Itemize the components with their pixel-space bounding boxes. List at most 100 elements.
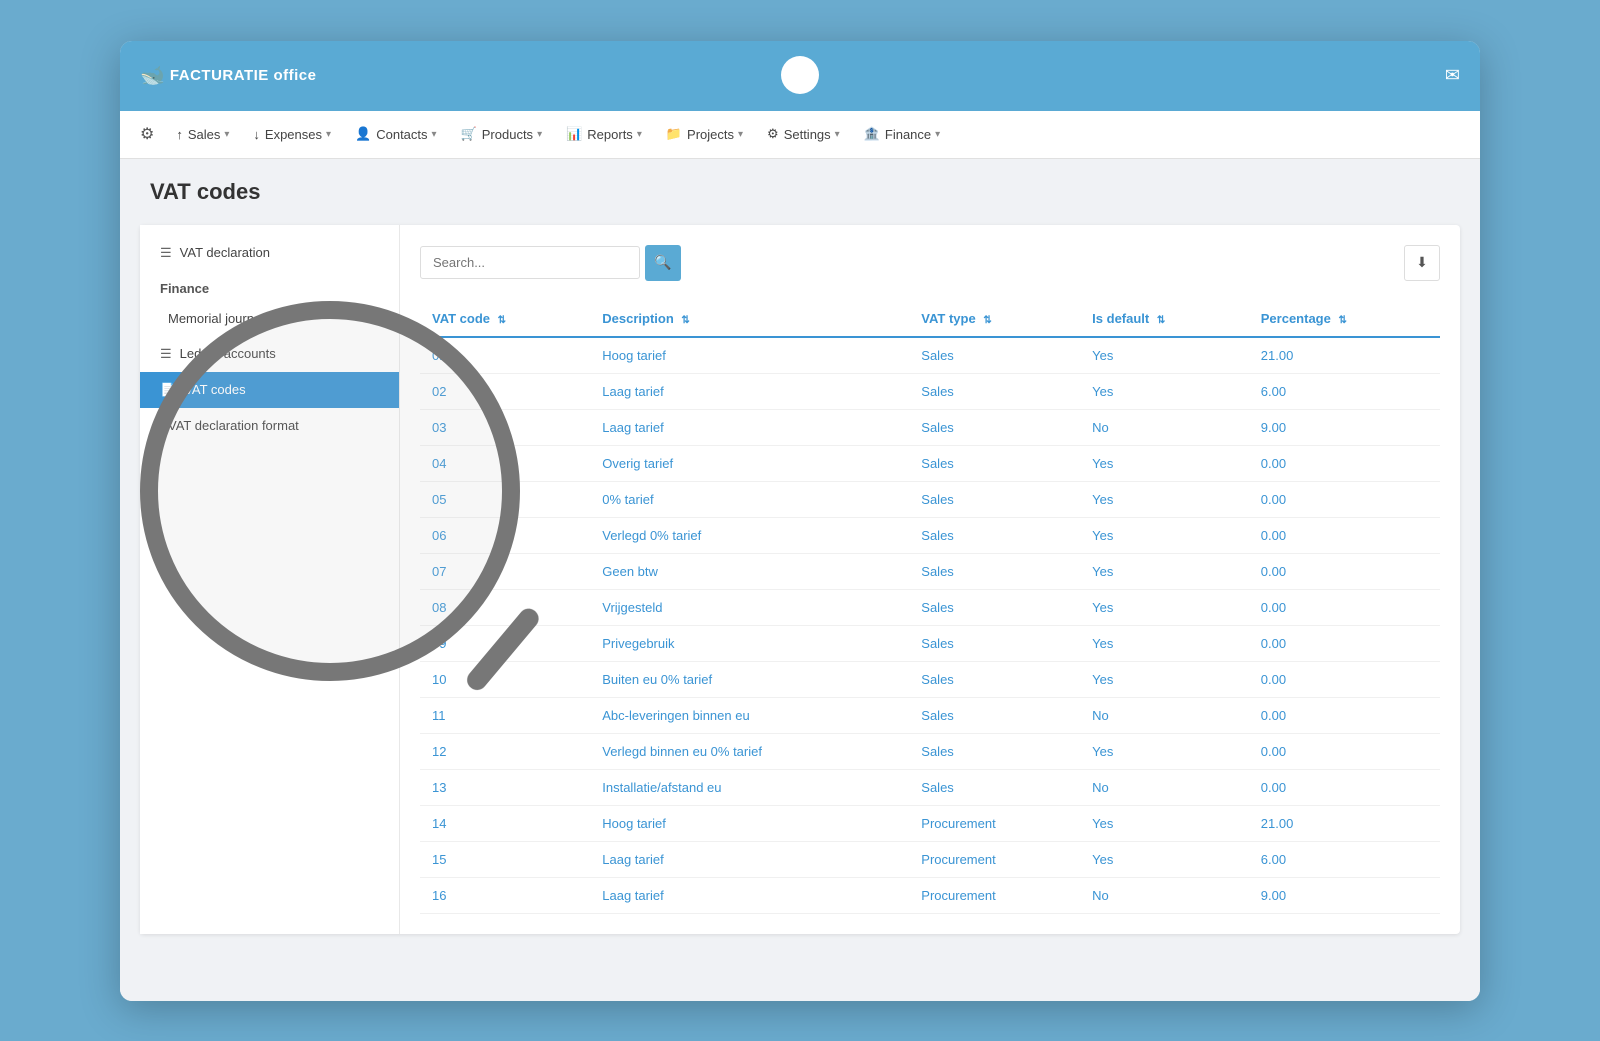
cell-is-default-8: Yes [1080,625,1249,661]
settings-icon: ⚙ [767,126,779,142]
table-row[interactable]: 16 Laag tarief Procurement No 9.00 [420,877,1440,913]
vat-declaration-icon: ☰ [160,245,172,261]
sidebar-item-memorial-journal[interactable]: Memorial journal [140,301,399,336]
table-row[interactable]: 09 Privegebruik Sales Yes 0.00 [420,625,1440,661]
nav-home-icon[interactable]: ⚙ [130,124,164,144]
col-header-percentage[interactable]: Percentage ⇅ [1249,301,1440,337]
nav-item-products[interactable]: 🛒 Products ▾ [449,110,555,158]
cell-percentage-11: 0.00 [1249,733,1440,769]
cell-description-14: Laag tarief [590,841,909,877]
cell-code-1: 02 [420,373,590,409]
main-panel: 🔍 ⬇ VAT code ⇅ Des [400,225,1460,934]
cell-percentage-2: 9.00 [1249,409,1440,445]
cell-vat-type-13: Procurement [909,805,1080,841]
email-icon[interactable]: ✉ [1445,65,1460,86]
sidebar: ☰ VAT declaration Finance Memorial journ… [140,225,400,934]
cell-description-9: Buiten eu 0% tarief [590,661,909,697]
col-header-is-default[interactable]: Is default ⇅ [1080,301,1249,337]
cell-code-3: 04 [420,445,590,481]
sort-icon-percentage: ⇅ [1338,315,1346,326]
page-title: VAT codes [150,179,1460,205]
sidebar-item-ledger-accounts[interactable]: ☰ Ledger accounts [140,336,399,372]
sort-icon-vat-code: ⇅ [498,315,506,326]
table-row[interactable]: 07 Geen btw Sales Yes 0.00 [420,553,1440,589]
cell-percentage-6: 0.00 [1249,553,1440,589]
cell-percentage-4: 0.00 [1249,481,1440,517]
download-icon: ⬇ [1416,254,1428,271]
table-row[interactable]: 03 Laag tarief Sales No 9.00 [420,409,1440,445]
cell-description-6: Geen btw [590,553,909,589]
nav-item-finance[interactable]: 🏦 Finance ▾ [852,110,952,158]
table-row[interactable]: 11 Abc-leveringen binnen eu Sales No 0.0… [420,697,1440,733]
cell-description-3: Overig tarief [590,445,909,481]
vat-codes-table: VAT code ⇅ Description ⇅ VAT type ⇅ [420,301,1440,914]
sales-caret: ▾ [224,129,229,140]
table-row[interactable]: 08 Vrijgesteld Sales Yes 0.00 [420,589,1440,625]
nav-item-contacts[interactable]: 👤 Contacts ▾ [343,110,449,158]
cell-description-1: Laag tarief [590,373,909,409]
nav-item-projects[interactable]: 📁 Projects ▾ [654,110,755,158]
col-header-vat-type[interactable]: VAT type ⇅ [909,301,1080,337]
cell-is-default-5: Yes [1080,517,1249,553]
table-row[interactable]: 12 Verlegd binnen eu 0% tarief Sales Yes… [420,733,1440,769]
reports-icon: 📊 [566,126,582,142]
cell-code-8: 09 [420,625,590,661]
cell-code-6: 07 [420,553,590,589]
search-input[interactable] [420,246,640,279]
table-row[interactable]: 15 Laag tarief Procurement Yes 6.00 [420,841,1440,877]
cell-vat-type-6: Sales [909,553,1080,589]
cell-code-4: 05 [420,481,590,517]
search-button[interactable]: 🔍 [645,245,681,281]
logo-icon: 🐋 [140,63,165,88]
products-caret: ▾ [537,129,542,140]
table-row[interactable]: 10 Buiten eu 0% tarief Sales Yes 0.00 [420,661,1440,697]
col-header-description[interactable]: Description ⇅ [590,301,909,337]
nav-item-expenses[interactable]: ↓ Expenses ▾ [241,110,343,158]
cell-is-default-7: Yes [1080,589,1249,625]
search-bar: 🔍 ⬇ [420,245,1440,281]
cell-is-default-15: No [1080,877,1249,913]
cell-is-default-2: No [1080,409,1249,445]
contacts-icon: 👤 [355,126,371,142]
products-icon: 🛒 [461,126,477,142]
col-header-vat-code[interactable]: VAT code ⇅ [420,301,590,337]
download-button[interactable]: ⬇ [1404,245,1440,281]
nav-item-reports[interactable]: 📊 Reports ▾ [554,110,654,158]
cell-vat-type-10: Sales [909,697,1080,733]
cell-is-default-11: Yes [1080,733,1249,769]
reports-caret: ▾ [637,129,642,140]
table-row[interactable]: 02 Laag tarief Sales Yes 6.00 [420,373,1440,409]
table-row[interactable]: 04 Overig tarief Sales Yes 0.00 [420,445,1440,481]
cell-vat-type-3: Sales [909,445,1080,481]
sales-icon: ↑ [176,127,183,142]
vat-codes-icon: 📄 [160,382,176,398]
finance-caret: ▾ [935,129,940,140]
cell-percentage-5: 0.00 [1249,517,1440,553]
table-row[interactable]: 14 Hoog tarief Procurement Yes 21.00 [420,805,1440,841]
cell-description-4: 0% tarief [590,481,909,517]
nav-item-sales[interactable]: ↑ Sales ▾ [164,110,241,158]
table-row[interactable]: 05 0% tarief Sales Yes 0.00 [420,481,1440,517]
table-row[interactable]: 13 Installatie/afstand eu Sales No 0.00 [420,769,1440,805]
cell-code-15: 16 [420,877,590,913]
sidebar-item-vat-declaration-format[interactable]: VAT declaration format [140,408,399,443]
nav-bar: ⚙ ↑ Sales ▾ ↓ Expenses ▾ 👤 Contacts ▾ 🛒 … [120,111,1480,159]
top-bar-center [781,56,819,94]
cell-is-default-10: No [1080,697,1249,733]
cell-code-9: 10 [420,661,590,697]
table-row[interactable]: 06 Verlegd 0% tarief Sales Yes 0.00 [420,517,1440,553]
cell-percentage-14: 6.00 [1249,841,1440,877]
cell-vat-type-7: Sales [909,589,1080,625]
cell-description-8: Privegebruik [590,625,909,661]
sidebar-item-vat-codes[interactable]: 📄 VAT codes [140,372,399,408]
cell-description-7: Vrijgesteld [590,589,909,625]
table-row[interactable]: 01 Hoog tarief Sales Yes 21.00 [420,337,1440,374]
sidebar-item-vat-declaration[interactable]: ☰ VAT declaration [140,235,399,271]
cell-description-15: Laag tarief [590,877,909,913]
cell-description-13: Hoog tarief [590,805,909,841]
cell-vat-type-4: Sales [909,481,1080,517]
cell-code-10: 11 [420,697,590,733]
nav-item-settings[interactable]: ⚙ Settings ▾ [755,110,852,158]
content-area: ☰ VAT declaration Finance Memorial journ… [140,225,1460,934]
cell-code-12: 13 [420,769,590,805]
